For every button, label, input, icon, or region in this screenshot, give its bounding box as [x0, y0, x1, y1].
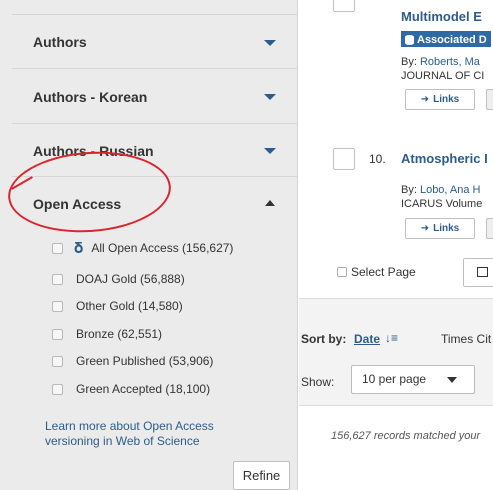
- arrow-right-icon: ➜: [420, 223, 430, 234]
- oa-option-green-published[interactable]: Green Published (53,906): [52, 352, 213, 370]
- facet-divider: [12, 68, 298, 69]
- open-access-lock-icon: 𝛅: [74, 239, 84, 257]
- by-label: By:: [401, 184, 420, 196]
- per-page-select[interactable]: 10 per page: [351, 365, 475, 394]
- sort-times-cited-option[interactable]: Times Cit: [441, 332, 491, 346]
- sort-by-label: Sort by:: [301, 332, 347, 346]
- refine-button[interactable]: Refine: [233, 461, 290, 490]
- record-title[interactable]: Multimodel E: [401, 9, 482, 24]
- select-page-checkbox[interactable]: [337, 267, 347, 277]
- checkbox[interactable]: [52, 273, 63, 285]
- oa-option-label: Bronze (62,551): [76, 327, 163, 341]
- export-icon: [477, 267, 488, 277]
- select-page[interactable]: Select Page: [337, 265, 416, 279]
- results-panel: Multimodel E Associated D By: Roberts, M…: [299, 0, 493, 490]
- oa-option-label: Other Gold (14,580): [76, 299, 183, 313]
- record-authors: By: Lobo, Ana H: [401, 184, 481, 196]
- chevron-down-icon[interactable]: [264, 148, 276, 154]
- oa-option-green-accepted[interactable]: Green Accepted (18,100): [52, 380, 210, 398]
- export-button[interactable]: [463, 258, 493, 287]
- facet-authors-korean-label[interactable]: Authors - Korean: [33, 89, 147, 105]
- oa-option-label: DOAJ Gold (56,888): [76, 272, 185, 286]
- facet-authors-label[interactable]: Authors: [33, 34, 87, 50]
- record-journal: JOURNAL OF CI: [401, 70, 485, 82]
- annotation-circle: [5, 146, 174, 238]
- full-text-button[interactable]: [486, 89, 493, 110]
- author-link[interactable]: Roberts, Ma: [420, 56, 480, 68]
- select-page-label: Select Page: [351, 265, 416, 279]
- show-label: Show:: [301, 375, 335, 389]
- associated-data-label: Associated D: [417, 33, 487, 46]
- checkbox[interactable]: [52, 242, 63, 254]
- records-matched-text: 156,627 records matched your: [331, 430, 481, 442]
- full-text-button[interactable]: [486, 218, 493, 239]
- links-button[interactable]: ➜ Links: [405, 89, 475, 110]
- chevron-up-icon[interactable]: [265, 200, 275, 206]
- oa-option-other-gold[interactable]: Other Gold (14,580): [52, 297, 183, 315]
- by-label: By:: [401, 56, 420, 68]
- checkbox[interactable]: [52, 328, 63, 340]
- record-checkbox[interactable]: [333, 148, 355, 170]
- sort-toolbar: Sort by: Date ↓≡ Times Cit Show: 10 per …: [299, 298, 493, 406]
- arrow-right-icon: ➜: [420, 94, 430, 105]
- links-label: Links: [433, 94, 460, 105]
- record-title[interactable]: Atmospheric I: [401, 151, 488, 166]
- chevron-down-icon[interactable]: [264, 94, 276, 100]
- links-label: Links: [433, 223, 460, 234]
- refine-sidebar: Authors Authors - Korean Authors - Russi…: [0, 0, 298, 490]
- per-page-value: 10 per page: [362, 372, 427, 386]
- checkbox[interactable]: [52, 383, 63, 395]
- record-authors: By: Roberts, Ma: [401, 56, 480, 68]
- checkbox[interactable]: [52, 300, 63, 312]
- facet-divider: [12, 14, 298, 15]
- facet-divider: [12, 123, 298, 124]
- chevron-down-icon: [447, 377, 457, 383]
- oa-option-label: Green Published (53,906): [76, 354, 214, 368]
- sort-date-option[interactable]: Date: [354, 332, 380, 346]
- database-icon: [405, 34, 414, 45]
- author-link[interactable]: Lobo, Ana H: [420, 184, 481, 196]
- record-journal: ICARUS Volume: [401, 198, 483, 210]
- associated-data-badge[interactable]: Associated D: [401, 31, 491, 47]
- chevron-down-icon[interactable]: [264, 40, 276, 46]
- checkbox[interactable]: [52, 355, 63, 367]
- sort-descending-icon[interactable]: ↓≡: [385, 331, 398, 345]
- oa-option-doaj-gold[interactable]: DOAJ Gold (56,888): [52, 270, 185, 288]
- record-checkbox[interactable]: [333, 0, 355, 12]
- oa-option-label: All Open Access (156,627): [91, 241, 234, 255]
- record-number: 10.: [369, 152, 386, 166]
- links-button[interactable]: ➜ Links: [405, 218, 475, 239]
- oa-option-label: Green Accepted (18,100): [76, 382, 211, 396]
- learn-more-open-access-link[interactable]: Learn more about Open Access versioning …: [45, 419, 265, 449]
- oa-option-bronze[interactable]: Bronze (62,551): [52, 325, 162, 343]
- oa-option-all[interactable]: 𝛅 All Open Access (156,627): [52, 239, 233, 257]
